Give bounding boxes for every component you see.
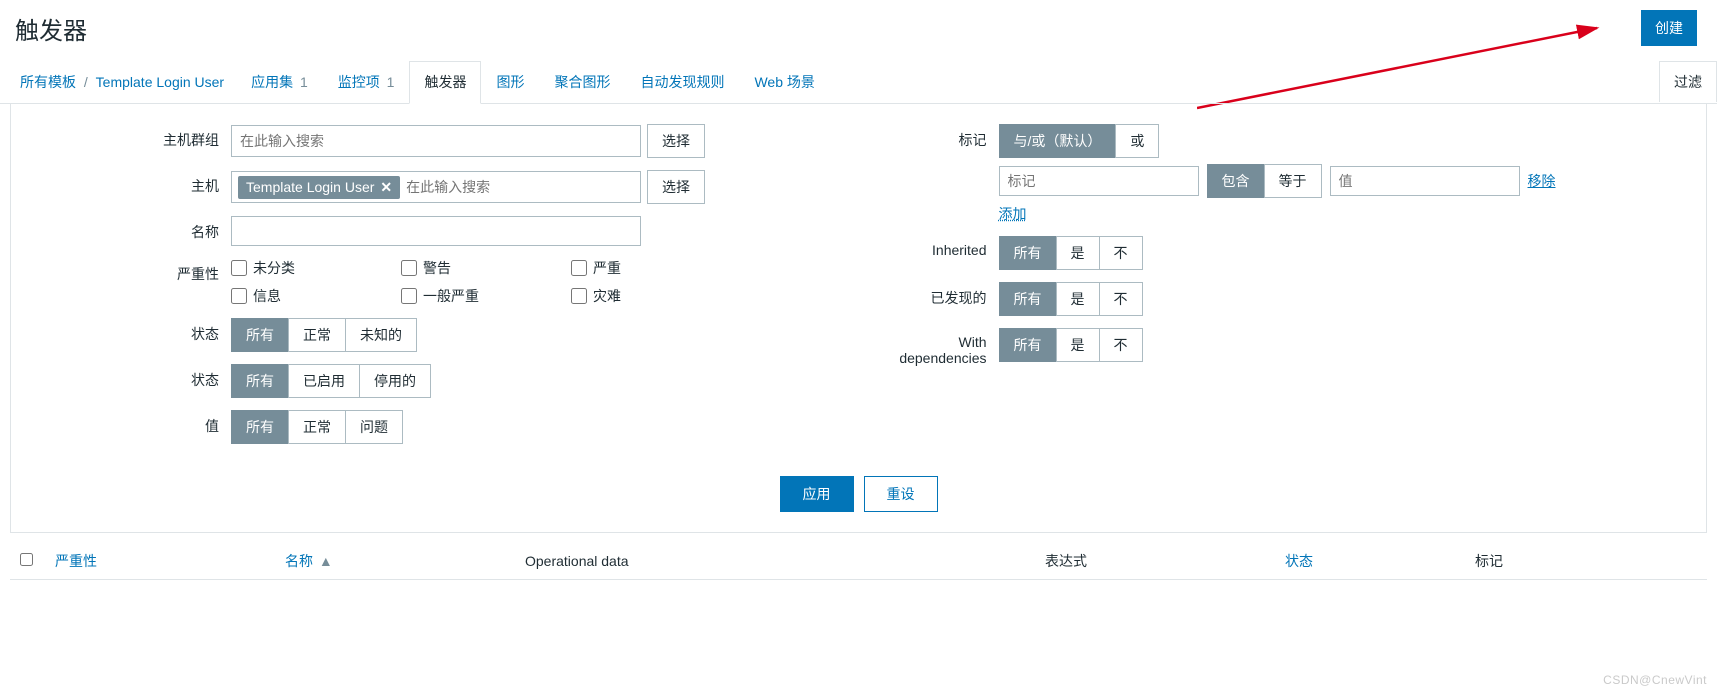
hostgroup-label: 主机群组: [11, 124, 231, 150]
state-segment: 所有 正常 未知的: [231, 318, 839, 352]
col-operational-data: Operational data: [525, 553, 1045, 569]
severity-not-classified[interactable]: 未分类: [231, 258, 391, 278]
col-severity[interactable]: 严重性: [55, 551, 285, 571]
col-tags: 标记: [1475, 551, 1697, 571]
select-all-checkbox[interactable]: [20, 553, 33, 566]
state-label: 状态: [11, 318, 231, 344]
status-enabled[interactable]: 已启用: [288, 364, 360, 398]
severity-warning[interactable]: 警告: [401, 258, 561, 278]
tags-or[interactable]: 或: [1115, 124, 1159, 158]
withdeps-all[interactable]: 所有: [999, 328, 1057, 362]
tag-remove-link[interactable]: 移除: [1528, 171, 1556, 191]
value-label: 值: [11, 410, 231, 436]
tag-name-input[interactable]: [999, 166, 1199, 196]
withdeps-segment: 所有 是 不: [999, 328, 1707, 362]
tag-op-equals[interactable]: 等于: [1264, 164, 1322, 198]
status-label: 状态: [11, 364, 231, 390]
table-header-row: 严重性 名称 ▲ Operational data 表达式 状态 标记: [10, 543, 1707, 580]
tag-operator-segment: 包含 等于: [1207, 164, 1322, 198]
tag-value-input[interactable]: [1330, 166, 1520, 196]
tab-applications[interactable]: 应用集 1: [236, 61, 323, 103]
tab-web[interactable]: Web 场景: [739, 61, 829, 103]
col-name[interactable]: 名称 ▲: [285, 551, 525, 571]
hostgroup-select-button[interactable]: 选择: [647, 124, 705, 158]
breadcrumb-current[interactable]: Template Login User: [96, 74, 224, 90]
discovered-all[interactable]: 所有: [999, 282, 1057, 316]
severity-label: 严重性: [11, 258, 231, 284]
tab-triggers[interactable]: 触发器: [409, 61, 481, 104]
state-all[interactable]: 所有: [231, 318, 289, 352]
inherited-all[interactable]: 所有: [999, 236, 1057, 270]
value-ok[interactable]: 正常: [288, 410, 346, 444]
tab-items[interactable]: 监控项 1: [323, 61, 410, 103]
withdeps-no[interactable]: 不: [1099, 328, 1143, 362]
host-label: 主机: [11, 170, 231, 196]
state-normal[interactable]: 正常: [288, 318, 346, 352]
host-input[interactable]: [404, 175, 634, 199]
host-select-button[interactable]: 选择: [647, 170, 705, 204]
value-all[interactable]: 所有: [231, 410, 289, 444]
breadcrumb: 所有模板 / Template Login User: [20, 72, 224, 92]
filter-apply-button[interactable]: 应用: [780, 476, 854, 512]
filter-toggle[interactable]: 过滤: [1659, 61, 1717, 102]
tab-screens[interactable]: 聚合图形: [539, 61, 625, 103]
tags-label: 标记: [879, 124, 999, 150]
inherited-yes[interactable]: 是: [1056, 236, 1100, 270]
withdeps-yes[interactable]: 是: [1056, 328, 1100, 362]
status-all[interactable]: 所有: [231, 364, 289, 398]
tag-add-link[interactable]: 添加: [999, 206, 1027, 222]
withdeps-label: With dependencies: [879, 328, 999, 366]
severity-high[interactable]: 严重: [571, 258, 731, 278]
col-expression: 表达式: [1045, 551, 1285, 571]
host-chip-remove-icon[interactable]: ✕: [380, 179, 392, 196]
hostgroup-input[interactable]: [238, 129, 634, 153]
breadcrumb-all-templates[interactable]: 所有模板: [20, 74, 76, 90]
severity-average[interactable]: 一般严重: [401, 286, 561, 306]
filter-reset-button[interactable]: 重设: [864, 476, 938, 512]
state-unknown[interactable]: 未知的: [345, 318, 417, 352]
discovered-no[interactable]: 不: [1099, 282, 1143, 316]
tag-op-contains[interactable]: 包含: [1207, 164, 1265, 198]
discovered-label: 已发现的: [879, 282, 999, 308]
col-status[interactable]: 状态: [1285, 551, 1475, 571]
page-title: 触发器: [15, 11, 87, 46]
create-trigger-button[interactable]: 创建: [1641, 10, 1697, 46]
discovered-segment: 所有 是 不: [999, 282, 1707, 316]
inherited-segment: 所有 是 不: [999, 236, 1707, 270]
inherited-no[interactable]: 不: [1099, 236, 1143, 270]
tab-discovery[interactable]: 自动发现规则: [625, 61, 739, 103]
name-input[interactable]: [231, 216, 641, 246]
severity-disaster[interactable]: 灾难: [571, 286, 731, 306]
tags-andor-segment: 与/或（默认） 或: [999, 124, 1707, 158]
value-segment: 所有 正常 问题: [231, 410, 839, 444]
value-problem[interactable]: 问题: [345, 410, 403, 444]
tags-andor[interactable]: 与/或（默认）: [999, 124, 1117, 158]
host-chip: Template Login User ✕: [238, 176, 400, 199]
status-segment: 所有 已启用 停用的: [231, 364, 839, 398]
tab-graphs[interactable]: 图形: [481, 61, 539, 103]
filter-panel: 主机群组 选择 主机: [10, 104, 1707, 533]
status-disabled[interactable]: 停用的: [359, 364, 431, 398]
name-label: 名称: [11, 216, 231, 242]
sort-asc-icon: ▲: [319, 553, 333, 569]
watermark: CSDN@CnewVint: [1603, 673, 1707, 687]
discovered-yes[interactable]: 是: [1056, 282, 1100, 316]
severity-information[interactable]: 信息: [231, 286, 391, 306]
inherited-label: Inherited: [879, 236, 999, 258]
